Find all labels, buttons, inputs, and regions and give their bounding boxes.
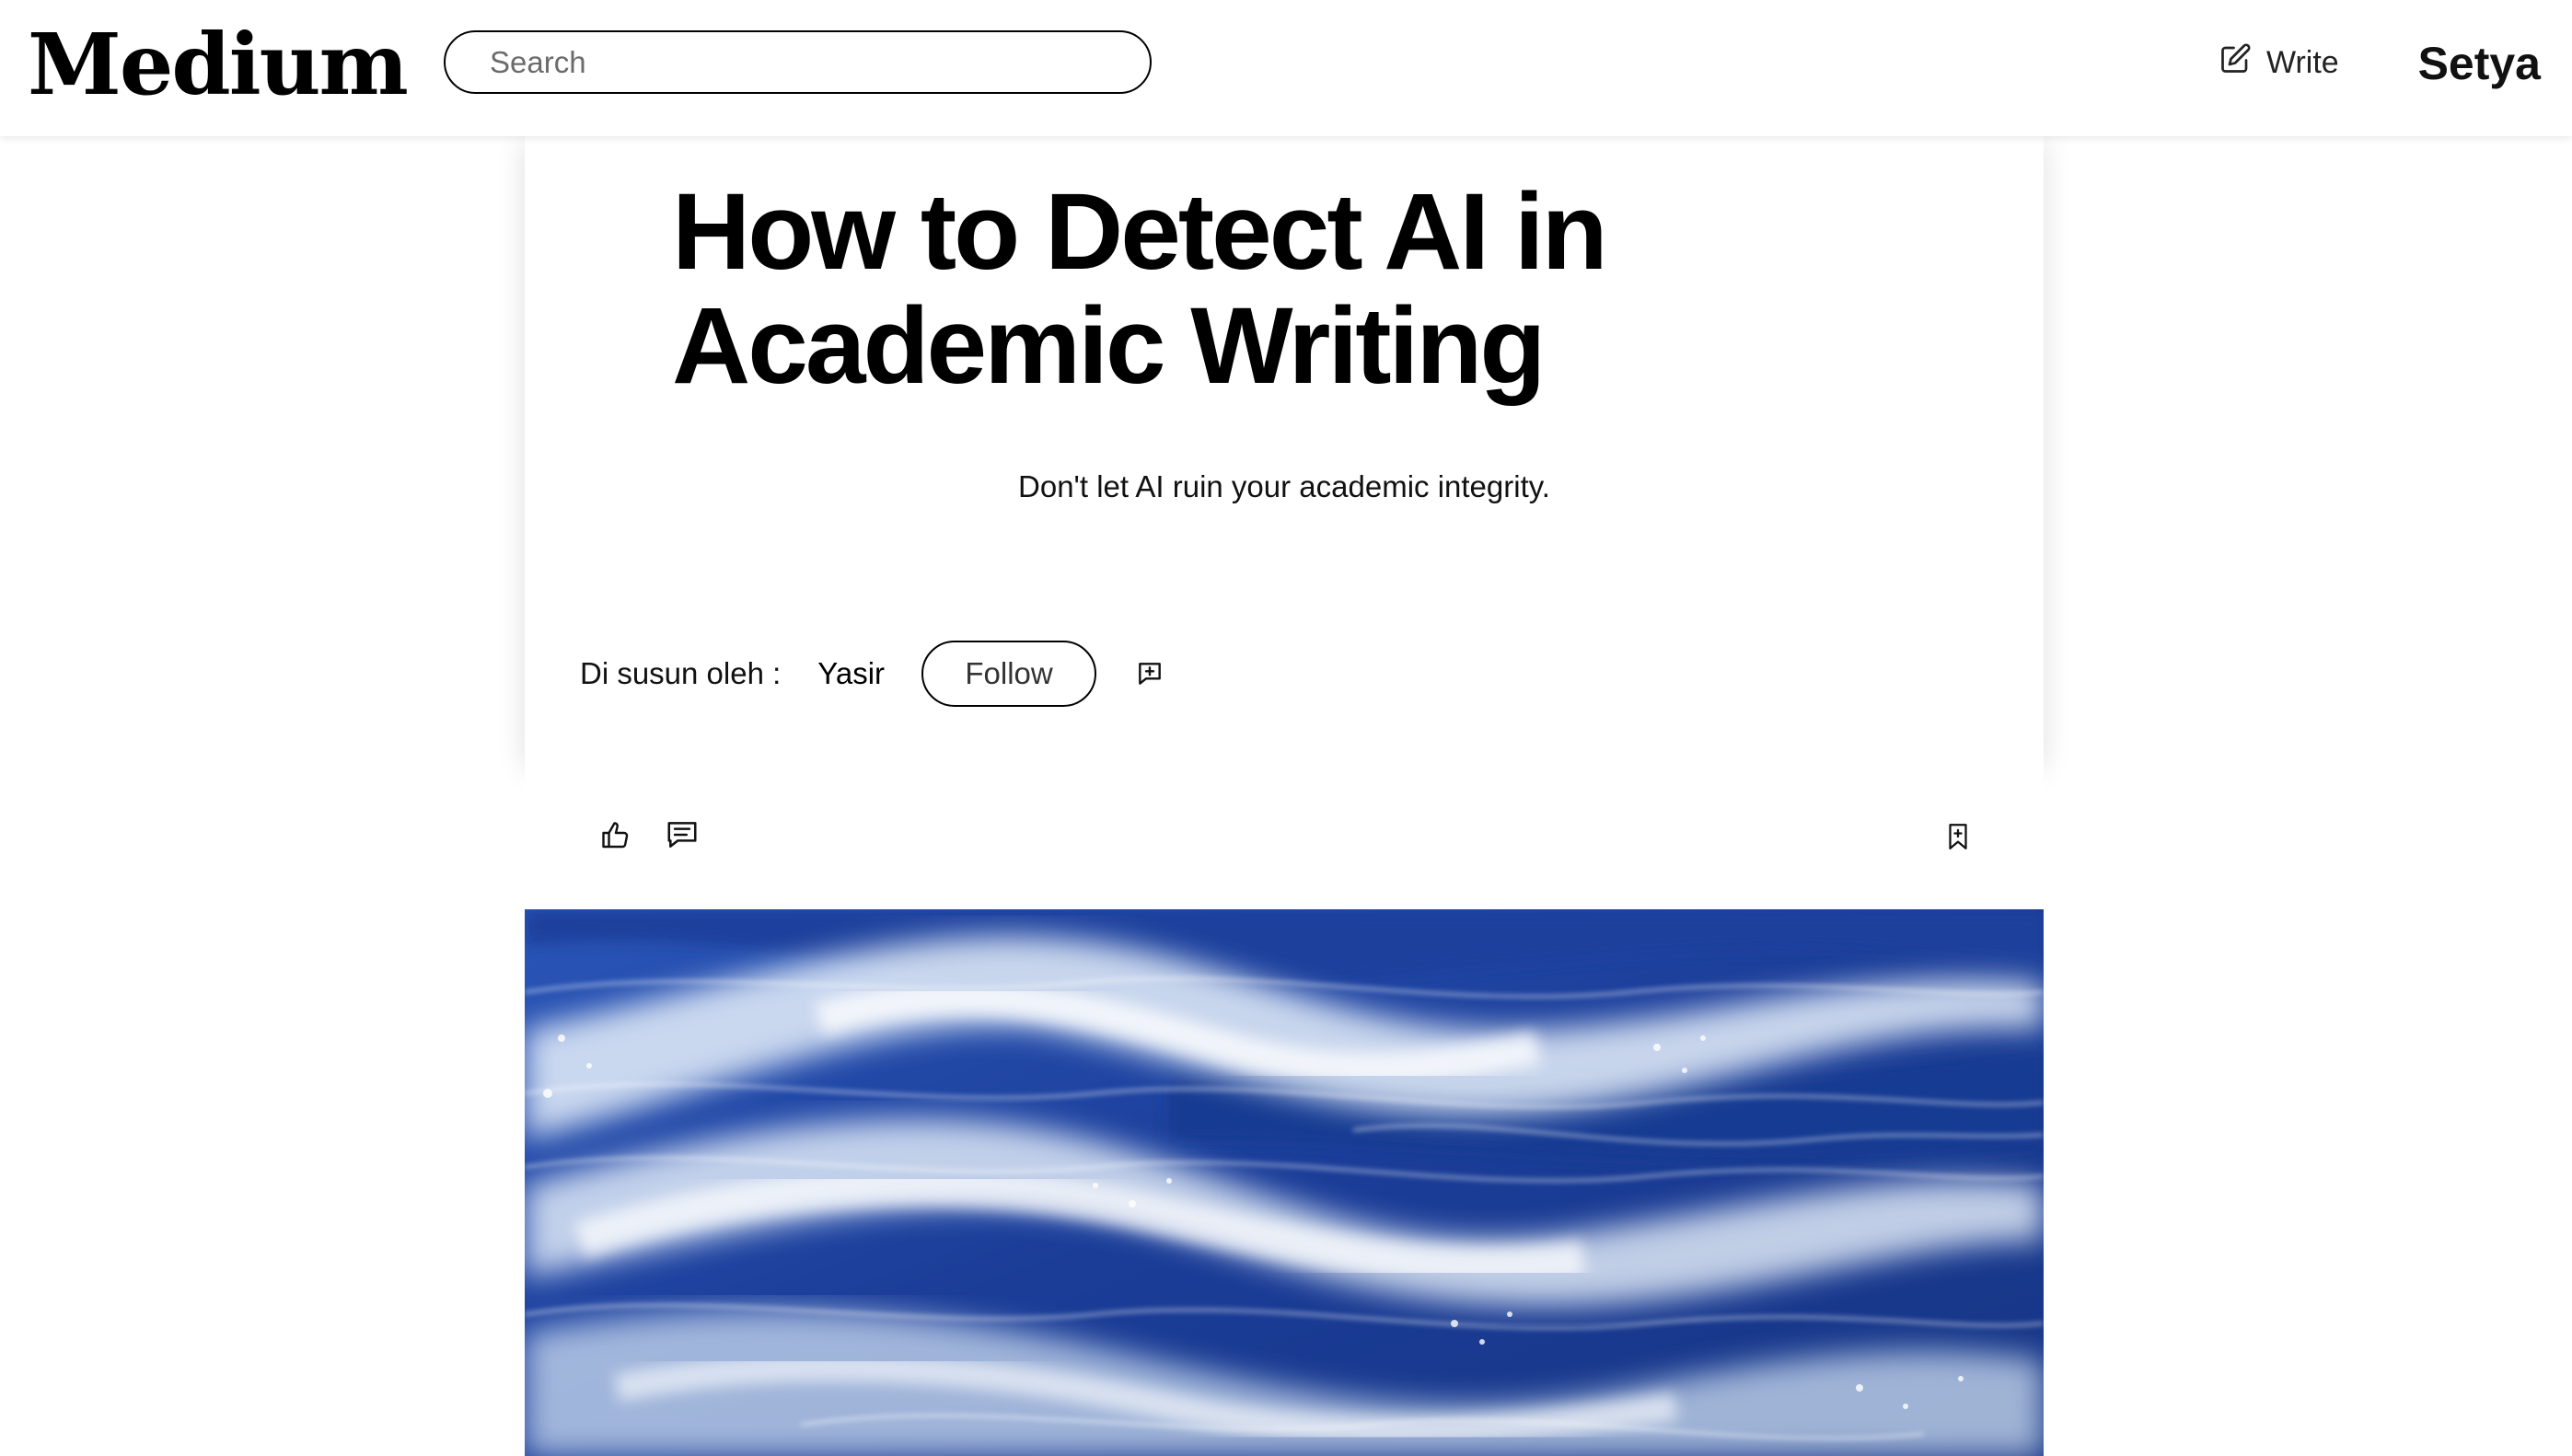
write-label: Write: [2266, 44, 2339, 80]
article-header-card: How to Detect AI in Academic Writing Don…: [525, 136, 2044, 762]
subscribe-icon[interactable]: [1135, 659, 1164, 688]
medium-logo[interactable]: Medium: [28, 9, 409, 120]
article-subtitle: Don't let AI ruin your academic integrit…: [1018, 469, 1550, 503]
byline-label: Di susun oleh :: [580, 656, 782, 690]
thumbs-up-icon[interactable]: [599, 819, 632, 852]
article-title: How to Detect AI in Academic Writing: [672, 171, 1608, 407]
article-action-bar: [525, 762, 2044, 909]
write-button[interactable]: Write: [2219, 39, 2339, 87]
hero-image: [525, 909, 2044, 1456]
pencil-square-icon: [2219, 42, 2252, 84]
author-name[interactable]: Yasir: [817, 656, 885, 691]
search-input[interactable]: [444, 30, 1152, 94]
bookmark-icon[interactable]: [1942, 821, 1975, 854]
follow-button[interactable]: Follow: [921, 641, 1097, 707]
top-navigation-bar: Medium Write Setya: [0, 0, 2572, 136]
ocean-waves-image: [525, 909, 2044, 1456]
byline: Di susun oleh : Yasir Follow: [580, 641, 1164, 707]
user-menu[interactable]: Setya: [2418, 33, 2541, 94]
comment-icon[interactable]: [665, 817, 698, 850]
